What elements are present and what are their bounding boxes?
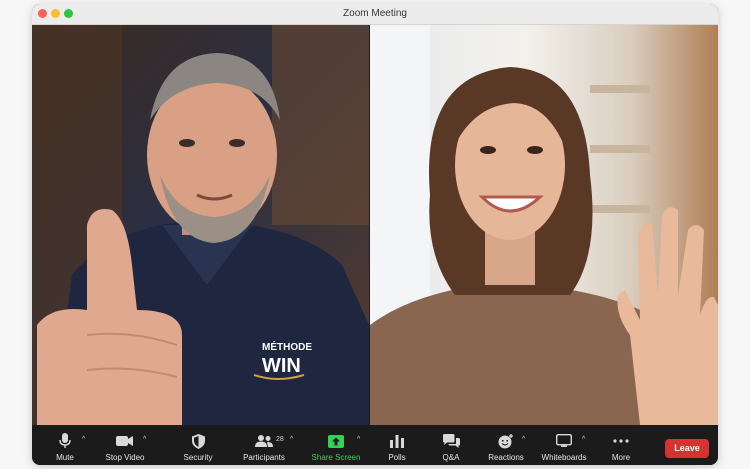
share-screen-button[interactable]: Share Screen [308, 425, 364, 465]
zoom-window: Zoom Meeting MÉTHODE WIN Mute ^ Stop Vid… [32, 4, 718, 465]
participants-button[interactable]: Participants [238, 425, 290, 465]
qa-label: Q&A [442, 453, 460, 462]
participants-label: Participants [243, 453, 285, 462]
participant-right-image [370, 25, 718, 425]
smiley-plus-icon [498, 433, 514, 449]
whiteboards-options-caret[interactable]: ^ [582, 436, 585, 443]
mute-button[interactable]: Mute [50, 425, 80, 465]
shirt-logo-top: MÉTHODE [262, 340, 312, 353]
chat-bubbles-icon [442, 433, 460, 449]
participant-video-right[interactable] [370, 25, 718, 425]
share-screen-label: Share Screen [311, 453, 361, 462]
stop-video-button[interactable]: Stop Video [100, 425, 150, 465]
polls-label: Polls [388, 453, 406, 462]
bar-chart-icon [390, 433, 404, 449]
reactions-options-caret[interactable]: ^ [522, 436, 525, 443]
qa-button[interactable]: Q&A [436, 425, 466, 465]
microphone-icon [59, 433, 71, 449]
video-options-caret[interactable]: ^ [143, 436, 146, 443]
participant-video-left[interactable]: MÉTHODE WIN [32, 25, 369, 425]
shield-icon [191, 433, 205, 449]
reactions-label: Reactions [488, 453, 524, 462]
participants-icon [255, 433, 273, 449]
security-label: Security [183, 453, 213, 462]
stop-video-label: Stop Video [105, 453, 145, 462]
participants-count: 28 [276, 436, 284, 443]
whiteboards-label: Whiteboards [541, 453, 587, 462]
title-bar: Zoom Meeting [32, 4, 718, 25]
participants-options-caret[interactable]: ^ [290, 436, 293, 443]
reactions-button[interactable]: Reactions [484, 425, 528, 465]
meeting-toolbar: Mute ^ Stop Video ^ Security Participant… [32, 425, 718, 465]
share-screen-icon [328, 433, 344, 449]
more-dots-icon [613, 433, 629, 449]
leave-button[interactable]: Leave [665, 439, 709, 458]
more-button[interactable]: More [606, 425, 636, 465]
window-title: Zoom Meeting [343, 8, 407, 19]
participant-left-image: MÉTHODE WIN [32, 25, 369, 425]
polls-button[interactable]: Polls [382, 425, 412, 465]
whiteboards-button[interactable]: Whiteboards [538, 425, 590, 465]
more-label: More [611, 453, 631, 462]
mute-options-caret[interactable]: ^ [82, 436, 85, 443]
mute-label: Mute [56, 453, 74, 462]
share-options-caret[interactable]: ^ [357, 436, 360, 443]
security-button[interactable]: Security [178, 425, 218, 465]
video-camera-icon [116, 433, 134, 449]
shirt-logo-main: WIN [262, 355, 301, 377]
whiteboard-icon [556, 433, 572, 449]
